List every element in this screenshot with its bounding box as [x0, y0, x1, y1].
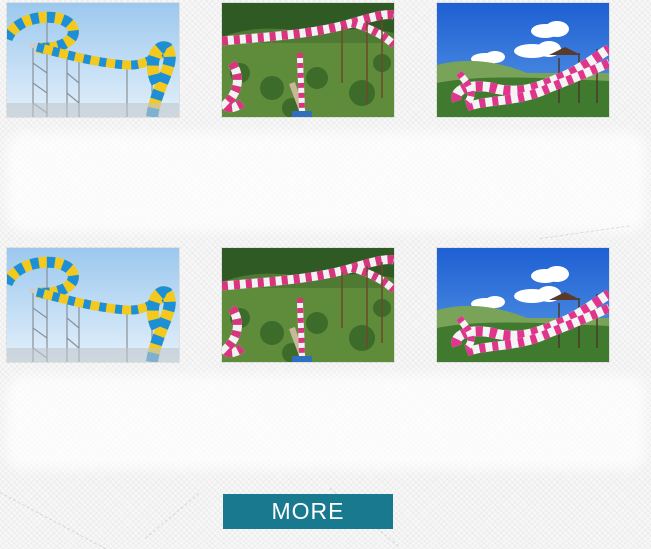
product-grid: [0, 0, 651, 480]
water-slide-photo: [222, 3, 394, 117]
product-image-hillside-slide[interactable]: [222, 248, 394, 362]
water-slide-photo: [222, 248, 394, 362]
water-slide-photo: [7, 248, 179, 362]
background-scratch: [0, 492, 106, 549]
product-image-blue-yellow-slide[interactable]: [7, 248, 179, 362]
water-slide-photo: [437, 3, 609, 117]
background-scratch: [145, 493, 200, 539]
water-slide-photo: [437, 248, 609, 362]
product-image-hillside-slide[interactable]: [222, 3, 394, 117]
water-slide-photo: [7, 3, 179, 117]
product-image-sky-slide[interactable]: [437, 248, 609, 362]
product-image-blue-yellow-slide[interactable]: [7, 3, 179, 117]
product-image-sky-slide[interactable]: [437, 3, 609, 117]
more-button[interactable]: MORE: [223, 494, 393, 529]
